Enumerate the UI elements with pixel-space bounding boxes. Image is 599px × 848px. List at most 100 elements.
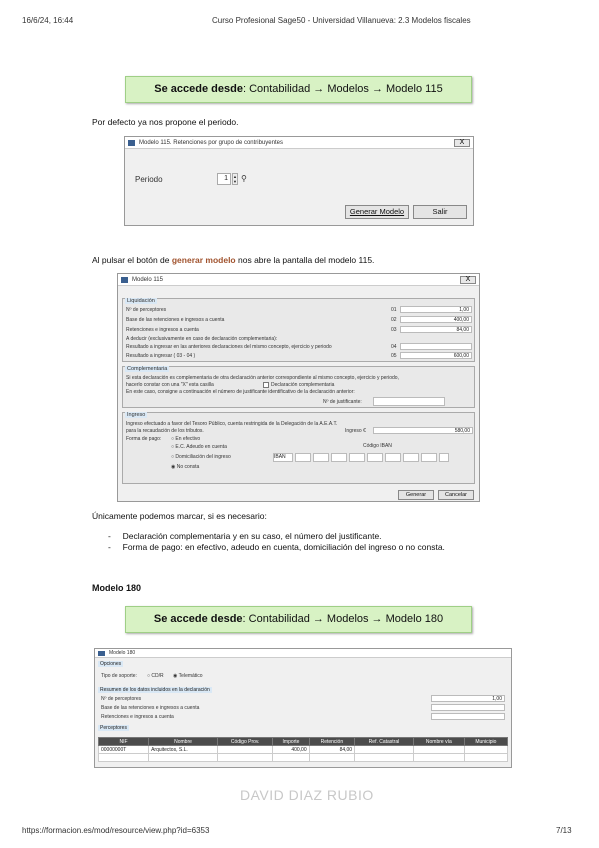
support-option[interactable]: ○ CD/R [147, 673, 164, 679]
paragraph-generate: Al pulsar el botón de generar modelo nos… [92, 255, 374, 265]
column-header[interactable]: Retención [308, 737, 356, 746]
iban-lookup-button[interactable] [439, 453, 449, 462]
comp-text: En este caso, consigne a continuación el… [126, 389, 355, 395]
support-option[interactable]: ◉ Telemático [173, 673, 203, 679]
liq-row-code: 04 [391, 344, 397, 350]
table-cell [463, 753, 509, 762]
payment-label: Forma de pago: [126, 436, 162, 442]
liq-row-value[interactable]: 400,00 [400, 316, 472, 323]
period-label: Periodo [135, 175, 163, 184]
accept-button[interactable]: Generar [398, 490, 434, 500]
window-modelo115: Modelo 115 X Liquidación Nº de perceptor… [117, 273, 480, 502]
window-title: Modelo 115 [132, 277, 163, 283]
table-cell [272, 753, 310, 762]
summary-row-label: Base de las retenciones e ingresos a cue… [101, 705, 200, 711]
window-titlebar: Modelo 180 [95, 649, 511, 658]
liq-row-value[interactable] [400, 343, 472, 350]
payment-option[interactable]: ○ E.C. Adeudo en cuenta [171, 444, 227, 450]
ing-text: Ingreso efectuado a favor del Tesoro Púb… [126, 421, 338, 427]
liq-row-label: Base de las retenciones e ingresos a cue… [126, 317, 225, 323]
table-cell [354, 753, 414, 762]
section-title: Liquidación [125, 298, 157, 304]
iban-field[interactable] [385, 453, 401, 462]
cancel-button[interactable]: Cancelar [438, 490, 474, 500]
bullet-text: Forma de pago: en efectivo, adeudo en cu… [122, 542, 445, 552]
heading-modelo180: Modelo 180 [92, 583, 142, 593]
summary-row-label: Retenciones e ingresos a cuenta [101, 714, 174, 720]
column-header[interactable]: Importe [272, 737, 310, 746]
column-header[interactable]: NIF [97, 737, 150, 746]
table-cell: 400,00 [272, 745, 310, 754]
iban-field[interactable] [349, 453, 365, 462]
print-title: Curso Profesional Sage50 - Universidad V… [212, 16, 471, 25]
table-row[interactable] [97, 753, 509, 762]
summary-row-value[interactable] [431, 713, 505, 720]
perceptores-table: NIF Nombre Código Prov. Importe Retenció… [97, 737, 509, 762]
section-title: Complementaria [125, 366, 170, 372]
iban-country-field[interactable]: IBAN [273, 453, 293, 462]
section-liquidacion: Liquidación Nº de perceptores 01 1,00 Ba… [122, 298, 475, 362]
complementary-checkbox[interactable] [263, 382, 269, 388]
iban-label: Código IBAN [363, 443, 392, 449]
close-button[interactable]: X [454, 139, 470, 147]
iban-field[interactable] [313, 453, 329, 462]
iban-field[interactable] [331, 453, 347, 462]
payment-option-label: En efectivo [175, 436, 201, 442]
exit-button[interactable]: Salir [413, 205, 467, 219]
liq-row-value[interactable]: 1,00 [400, 306, 472, 313]
column-header[interactable]: Nombre [148, 737, 218, 746]
banner-prefix: Se accede desde [154, 83, 243, 95]
iban-field[interactable] [421, 453, 437, 462]
liq-row-code: 02 [391, 317, 397, 323]
justificante-input[interactable] [373, 397, 445, 406]
liq-row-value[interactable]: 600,00 [400, 352, 472, 359]
section-complementaria: Complementaria Si esta declaración es co… [122, 366, 475, 408]
print-datetime: 16/6/24, 16:44 [22, 16, 74, 25]
justificante-label: Nº de justificante: [323, 399, 362, 405]
liq-row-value[interactable]: 84,00 [400, 326, 472, 333]
summary-row-value[interactable] [431, 704, 505, 711]
table-cell [97, 753, 150, 762]
liq-row-label: Resultado a ingresar en las anteriores d… [126, 344, 332, 350]
generate-model-button[interactable]: Generar Modelo [345, 205, 409, 219]
summary-row-value[interactable]: 1,00 [431, 695, 505, 702]
dialog-titlebar: Modelo 115. Retenciones por grupo de con… [125, 137, 473, 149]
bullet-item: - Forma de pago: en efectivo, adeudo en … [108, 542, 445, 552]
print-url: https://formacion.es/mod/resource/view.p… [22, 826, 210, 835]
table-row[interactable]: 00000000T Arquitectos, S.L. 400,00 84,00 [97, 745, 509, 754]
banner-path: : Contabilidad → Modelos → Modelo 180 [242, 613, 444, 625]
support-label: Tipo de soporte: [101, 673, 137, 679]
iban-field[interactable] [403, 453, 419, 462]
app-icon [121, 277, 128, 283]
payment-option-label: Domiciliación del ingreso [175, 454, 231, 460]
table-cell [412, 745, 465, 754]
liq-row-label: Nº de perceptores [126, 307, 167, 313]
banner-path: : Contabilidad → Modelos → Modelo 115 [242, 83, 443, 95]
column-header[interactable]: Ref. Catastral [354, 737, 414, 746]
paragraph-only-mark: Únicamente podemos marcar, si es necesar… [92, 511, 267, 521]
section-ingreso: Ingreso Ingreso efectuado a favor del Te… [122, 412, 475, 484]
ingreso-value[interactable]: 580,00 [373, 427, 473, 434]
period-spinner[interactable]: ▲ ▼ [232, 173, 238, 185]
payment-option[interactable]: ○ En efectivo [171, 436, 200, 442]
iban-field[interactable] [295, 453, 311, 462]
close-button[interactable]: X [460, 276, 476, 284]
period-input[interactable]: 1 [217, 173, 231, 185]
payment-option[interactable]: ○ Domiciliación del ingreso [171, 454, 231, 460]
bullet-item: - Declaración complementaria y en su cas… [108, 531, 382, 541]
table-cell: Arquitectos, S.L. [148, 745, 218, 754]
dialog-title: Modelo 115. Retenciones por grupo de con… [139, 140, 283, 146]
payment-option[interactable]: ◉ No consta [171, 464, 199, 470]
search-icon[interactable]: ⚲ [241, 174, 247, 183]
iban-field[interactable] [367, 453, 383, 462]
table-cell [216, 753, 274, 762]
text-after: nos abre la pantalla del modelo 115. [235, 255, 375, 265]
app-icon [128, 140, 135, 146]
complementary-checkbox-label: Declaración complementaria [271, 382, 335, 388]
column-header[interactable]: Municipio [463, 737, 509, 746]
table-cell [354, 745, 414, 754]
text-before: Al pulsar el botón de [92, 255, 172, 265]
column-header[interactable]: Código Prov. [216, 737, 274, 746]
column-header[interactable]: Nombre vía [412, 737, 465, 746]
comp-text: hacerlo constar con una "X" esta casilla [126, 382, 214, 388]
